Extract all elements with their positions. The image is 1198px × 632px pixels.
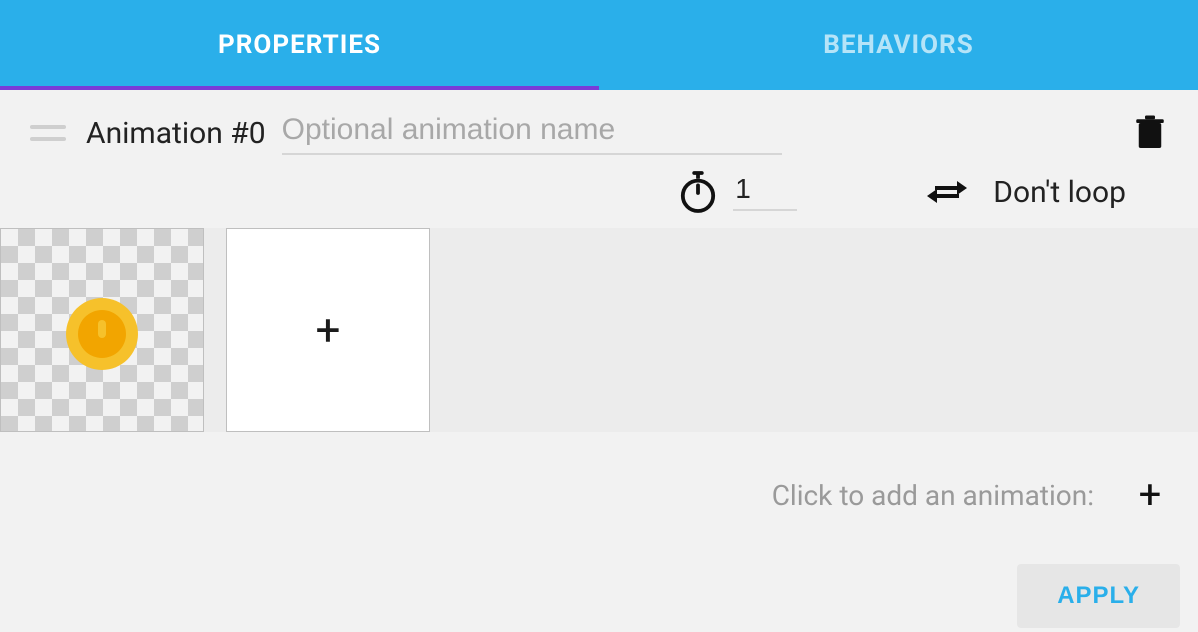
frames-row: + bbox=[0, 228, 1198, 432]
add-animation-label: Click to add an animation: bbox=[772, 479, 1094, 512]
timer-icon bbox=[679, 171, 717, 213]
animation-header: Animation #0 bbox=[0, 90, 1198, 160]
timer-control bbox=[679, 171, 797, 213]
apply-button-label: APPLY bbox=[1057, 582, 1140, 609]
trash-icon bbox=[1135, 115, 1165, 151]
loop-toggle[interactable]: Don't loop bbox=[927, 175, 1126, 210]
loop-icon bbox=[927, 175, 967, 209]
animation-title: Animation #0 bbox=[86, 116, 266, 151]
tab-properties-label: PROPERTIES bbox=[218, 30, 381, 60]
animation-name-input[interactable] bbox=[282, 111, 782, 155]
tab-bar: PROPERTIES BEHAVIORS bbox=[0, 0, 1198, 90]
plus-icon: + bbox=[316, 308, 341, 352]
frame-thumbnail-0[interactable] bbox=[0, 228, 204, 432]
tab-properties[interactable]: PROPERTIES bbox=[0, 0, 599, 90]
delete-animation-button[interactable] bbox=[1132, 113, 1168, 153]
timing-row: Don't loop bbox=[0, 160, 1198, 228]
loop-label: Don't loop bbox=[993, 175, 1126, 210]
apply-button[interactable]: APPLY bbox=[1017, 564, 1180, 628]
drag-handle-icon[interactable] bbox=[30, 125, 66, 141]
coin-sprite-icon bbox=[62, 294, 142, 374]
frame-duration-input[interactable] bbox=[733, 173, 797, 211]
tab-behaviors[interactable]: BEHAVIORS bbox=[599, 0, 1198, 90]
footer: APPLY bbox=[0, 542, 1198, 628]
plus-icon: + bbox=[1139, 475, 1162, 515]
add-animation-row: Click to add an animation: + bbox=[0, 432, 1198, 542]
tab-behaviors-label: BEHAVIORS bbox=[823, 30, 973, 60]
properties-panel: Animation #0 Don't bbox=[0, 90, 1198, 628]
add-animation-button[interactable]: + bbox=[1132, 477, 1168, 513]
add-frame-button[interactable]: + bbox=[226, 228, 430, 432]
